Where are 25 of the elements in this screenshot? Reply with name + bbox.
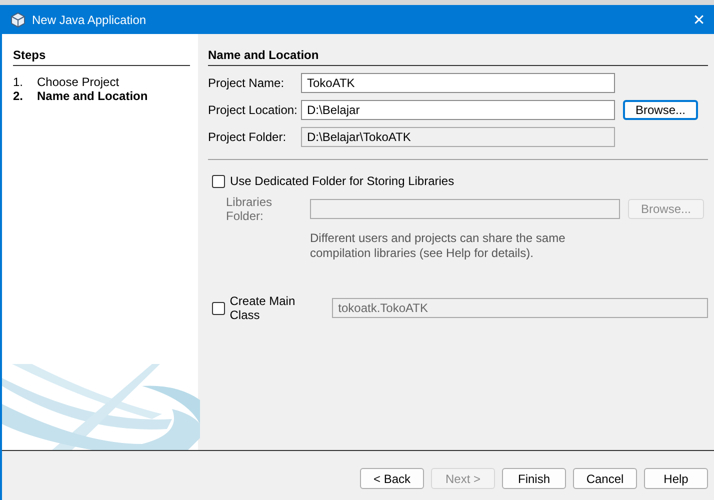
checkbox-label: Use Dedicated Folder for Storing Libraries	[230, 174, 454, 188]
dialog-button[interactable]: Cancel	[573, 468, 637, 489]
text-field[interactable]: tokoatk.TokoATK	[332, 298, 708, 318]
checkbox[interactable]	[212, 174, 225, 188]
window-title: New Java Application	[32, 12, 148, 26]
dialog-button[interactable]: Finish	[502, 468, 566, 489]
field-label: Project Location:	[208, 103, 298, 117]
checkbox-label: Create Main Class	[230, 294, 296, 322]
field-label: Project Name:	[208, 76, 286, 90]
help-text: Different users and projects can share the same compilation libraries (see Help for details).	[310, 231, 566, 261]
step-item: 1. Choose Project	[13, 75, 120, 89]
text-field[interactable]: D:\Belajar\TokoATK	[301, 127, 615, 147]
cube-icon	[10, 12, 26, 28]
text-field[interactable]: D:\Belajar	[301, 100, 615, 120]
dialog-button[interactable]: < Back	[360, 468, 424, 489]
checkbox[interactable]	[212, 302, 225, 314]
browse-button[interactable]: Browse...	[623, 100, 698, 120]
section-heading: Name and Location	[208, 48, 708, 66]
dialog-button[interactable]: Help	[644, 468, 708, 489]
field-label: Project Folder:	[208, 130, 288, 144]
steps-heading: Steps	[13, 48, 190, 66]
step-item: 2. Name and Location	[13, 89, 149, 103]
field-label: Libraries Folder:	[225, 195, 274, 223]
close-button[interactable]: ✕	[684, 5, 714, 34]
text-field[interactable]: TokoATK	[301, 73, 615, 93]
